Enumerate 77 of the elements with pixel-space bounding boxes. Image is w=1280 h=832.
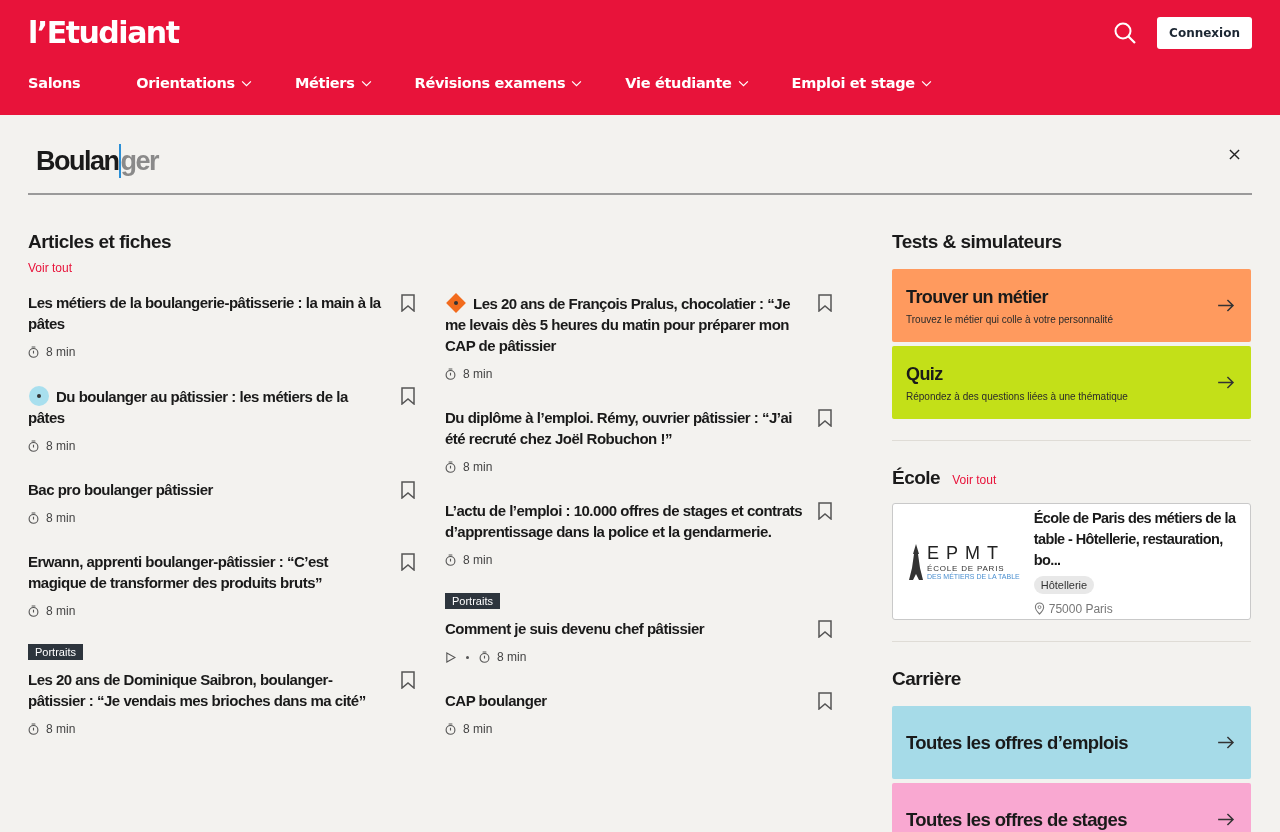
reading-time: 8 min <box>46 722 76 736</box>
site-logo[interactable]: l’Etudiant <box>28 15 179 50</box>
bookmark-icon[interactable] <box>401 553 415 571</box>
timer-icon <box>445 723 456 735</box>
reading-time: 8 min <box>463 553 493 567</box>
timer-icon <box>479 651 490 663</box>
arrow-right-icon <box>1218 813 1235 826</box>
nav-item[interactable]: Orientations <box>136 75 252 91</box>
section-title: Tests & simulateurs <box>892 231 1063 253</box>
article-title[interactable]: Du boulanger au pâtissier : les métiers de la pâtes <box>28 385 387 428</box>
bookmark-icon[interactable] <box>401 481 415 499</box>
login-button[interactable]: Connexion <box>1157 16 1252 49</box>
article-title[interactable]: Comment je suis devenu chef pâtissier <box>445 618 705 639</box>
reading-time: 8 min <box>46 511 76 525</box>
category-tag: Portraits <box>28 644 83 660</box>
article-title[interactable]: Les métiers de la boulangerie-pâtisserie : la main à la pâtes <box>28 292 387 334</box>
chevron-down-icon <box>360 79 372 87</box>
article-title[interactable]: Bac pro boulanger pâtissier <box>28 479 213 500</box>
section-title: École <box>892 467 941 489</box>
nav-item[interactable]: Révisions examens <box>414 75 583 91</box>
search-icon[interactable] <box>1113 20 1138 45</box>
reading-time: 8 min <box>46 604 76 618</box>
article-title[interactable]: Erwann, apprenti boulanger-pâtissier : “C’est magique de transformer des produits bruts” <box>28 551 387 593</box>
bookmark-icon[interactable] <box>818 409 832 427</box>
article-title[interactable]: CAP boulanger <box>445 690 547 711</box>
section-title: Articles et fiches <box>28 231 173 253</box>
bookmark-icon[interactable] <box>401 671 415 689</box>
career-card[interactable]: Toutes les offres d’emplois <box>892 706 1251 779</box>
chevron-down-icon <box>737 79 749 87</box>
article-title[interactable]: Les 20 ans de François Pralus, chocolatier : “Je me levais dès 5 heures du matin pour préparer mon CAP de pâtissier <box>445 292 804 356</box>
arrow-right-icon <box>1218 299 1235 312</box>
reading-time: 8 min <box>463 367 493 381</box>
category-tag: Portraits <box>445 593 500 609</box>
search-field[interactable]: Boulanger <box>36 130 159 178</box>
timer-icon <box>445 368 456 380</box>
bookmark-icon[interactable] <box>401 387 415 405</box>
school-name: École de Paris des métiers de la table - Hôtellerie, restauration, bo... <box>1033 508 1237 570</box>
article-title[interactable]: Du diplôme à l’emploi. Rémy, ouvrier pâtissier : “J’ai été recruté chez Joël Robuchon !” <box>445 407 804 449</box>
timer-icon <box>28 723 39 735</box>
chevron-down-icon <box>240 79 252 87</box>
nav-item[interactable]: Emploi et stage <box>791 75 932 91</box>
see-all-link[interactable]: Voir tout <box>28 261 73 275</box>
timer-icon <box>28 346 39 358</box>
play-icon <box>445 651 456 663</box>
category-tag: Hôtellerie <box>1033 575 1095 594</box>
test-card[interactable]: Trouver un métier Trouvez le métier qui colle à votre personnalité <box>892 269 1251 342</box>
timer-icon <box>28 605 39 617</box>
nav-item[interactable]: Salons <box>28 75 81 91</box>
timer-icon <box>28 440 39 452</box>
article-title[interactable]: Les 20 ans de Dominique Saibron, boulanger-pâtissier : “Je vendais mes brioches dans ma cité” <box>28 669 387 711</box>
bookmark-icon[interactable] <box>818 620 832 638</box>
bookmark-icon[interactable] <box>818 294 832 312</box>
reading-time: 8 min <box>497 650 527 664</box>
timer-icon <box>445 554 456 566</box>
location-text: 75000 Paris <box>1048 601 1113 616</box>
nav-item[interactable]: Métiers <box>294 75 372 91</box>
see-all-link[interactable]: Voir tout <box>952 473 997 487</box>
bookmark-icon[interactable] <box>818 502 832 520</box>
bookmark-icon[interactable] <box>818 692 832 710</box>
test-card[interactable]: Quiz Répondez à des questions liées à une thématique <box>892 346 1251 419</box>
location-pin-icon <box>1033 602 1045 615</box>
arrow-right-icon <box>1218 376 1235 389</box>
close-icon[interactable] <box>1229 148 1240 160</box>
timer-icon <box>445 461 456 473</box>
reading-time: 8 min <box>46 439 76 453</box>
nav-item[interactable]: Vie étudiante <box>625 75 749 91</box>
chevron-down-icon <box>571 79 583 87</box>
career-card[interactable]: Toutes les offres de stages <box>892 783 1251 832</box>
section-title: Carrière <box>892 668 962 690</box>
reading-time: 8 min <box>46 345 76 359</box>
chevron-down-icon <box>920 79 932 87</box>
article-title[interactable]: L’actu de l’emploi : 10.000 offres de stages et contrats d’apprentissage dans la police et la gendarmerie. <box>445 500 804 542</box>
reading-time: 8 min <box>463 722 493 736</box>
bookmark-icon[interactable] <box>401 294 415 312</box>
reading-time: 8 min <box>463 460 493 474</box>
timer-icon <box>28 512 39 524</box>
arrow-right-icon <box>1218 736 1235 749</box>
